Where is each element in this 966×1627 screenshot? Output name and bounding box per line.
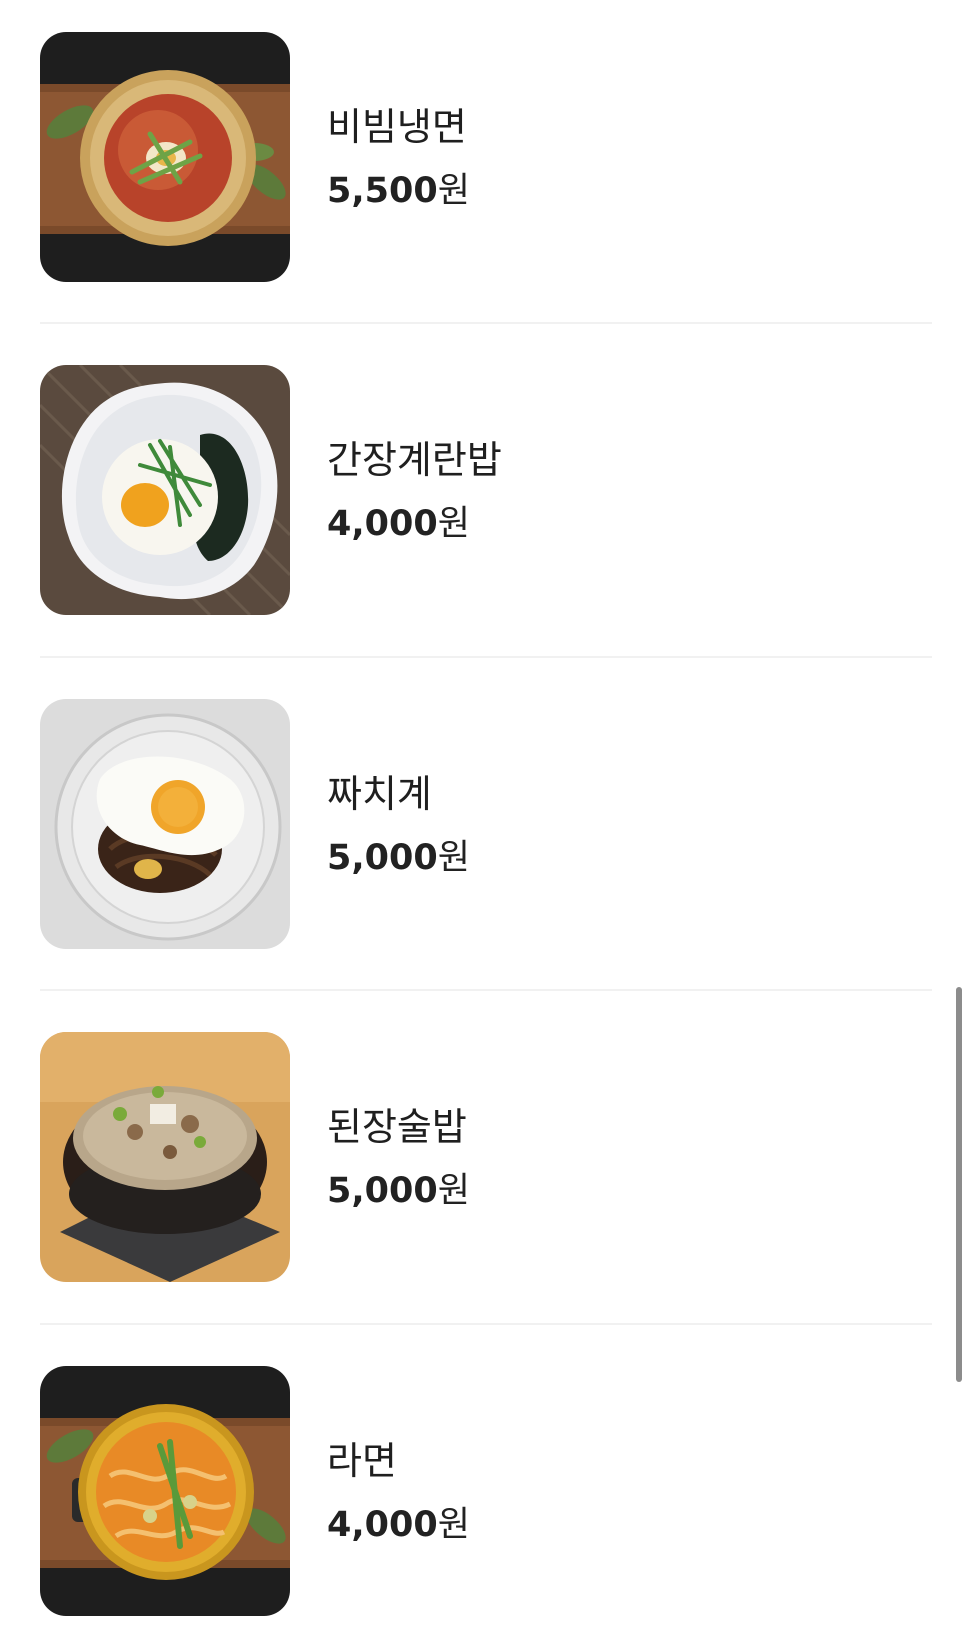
price-value: 4,000 <box>327 1505 438 1545</box>
price-currency: 원 <box>437 1505 470 1545</box>
scrollbar[interactable] <box>956 987 962 1382</box>
price-value: 4,000 <box>327 504 438 544</box>
doenjang-sulbap-image <box>40 1032 290 1282</box>
menu-item-name: 비빔냉면 <box>327 105 467 149</box>
menu-item-name: 라면 <box>327 1439 397 1483</box>
menu-item-price: 5,000원 <box>327 1162 470 1213</box>
soy-egg-rice-image <box>40 365 290 615</box>
divider <box>40 1323 932 1325</box>
doenjang-sulbap-photo <box>40 1032 290 1282</box>
ramen-image <box>40 1366 290 1616</box>
price-currency: 원 <box>437 838 470 878</box>
bibim-naengmyeon-photo <box>40 32 290 282</box>
menu-item-name: 간장계란밥 <box>327 438 502 482</box>
bibim-naengmyeon-image <box>40 32 290 282</box>
menu-item-price: 4,000원 <box>327 1496 470 1547</box>
menu-item-price: 4,000원 <box>327 495 470 546</box>
menu-item-name: 짜치계 <box>327 772 432 816</box>
menu-item-soy-egg-rice[interactable]: 간장계란밥 4,000원 <box>40 365 926 615</box>
jjachigye-image <box>40 699 290 949</box>
ramen-photo <box>40 1366 290 1616</box>
menu-item-jjachigye[interactable]: 짜치계 5,000원 <box>40 699 926 949</box>
divider <box>40 989 932 991</box>
divider <box>40 322 932 324</box>
menu-item-doenjang-sulbap[interactable]: 된장술밥 5,000원 <box>40 1032 926 1282</box>
price-value: 5,000 <box>327 1171 438 1211</box>
soy-egg-rice-photo <box>40 365 290 615</box>
price-value: 5,500 <box>327 171 438 211</box>
price-currency: 원 <box>437 171 470 211</box>
price-currency: 원 <box>437 1171 470 1211</box>
menu-item-price: 5,000원 <box>327 829 470 880</box>
divider <box>40 656 932 658</box>
menu-item-name: 된장술밥 <box>327 1105 467 1149</box>
jjachigye-photo <box>40 699 290 949</box>
price-value: 5,000 <box>327 838 438 878</box>
menu-item-price: 5,500원 <box>327 162 470 213</box>
menu-item-ramen[interactable]: 라면 4,000원 <box>40 1366 926 1616</box>
menu-item-bibim-naengmyeon[interactable]: 비빔냉면 5,500원 <box>40 32 926 282</box>
price-currency: 원 <box>437 504 470 544</box>
